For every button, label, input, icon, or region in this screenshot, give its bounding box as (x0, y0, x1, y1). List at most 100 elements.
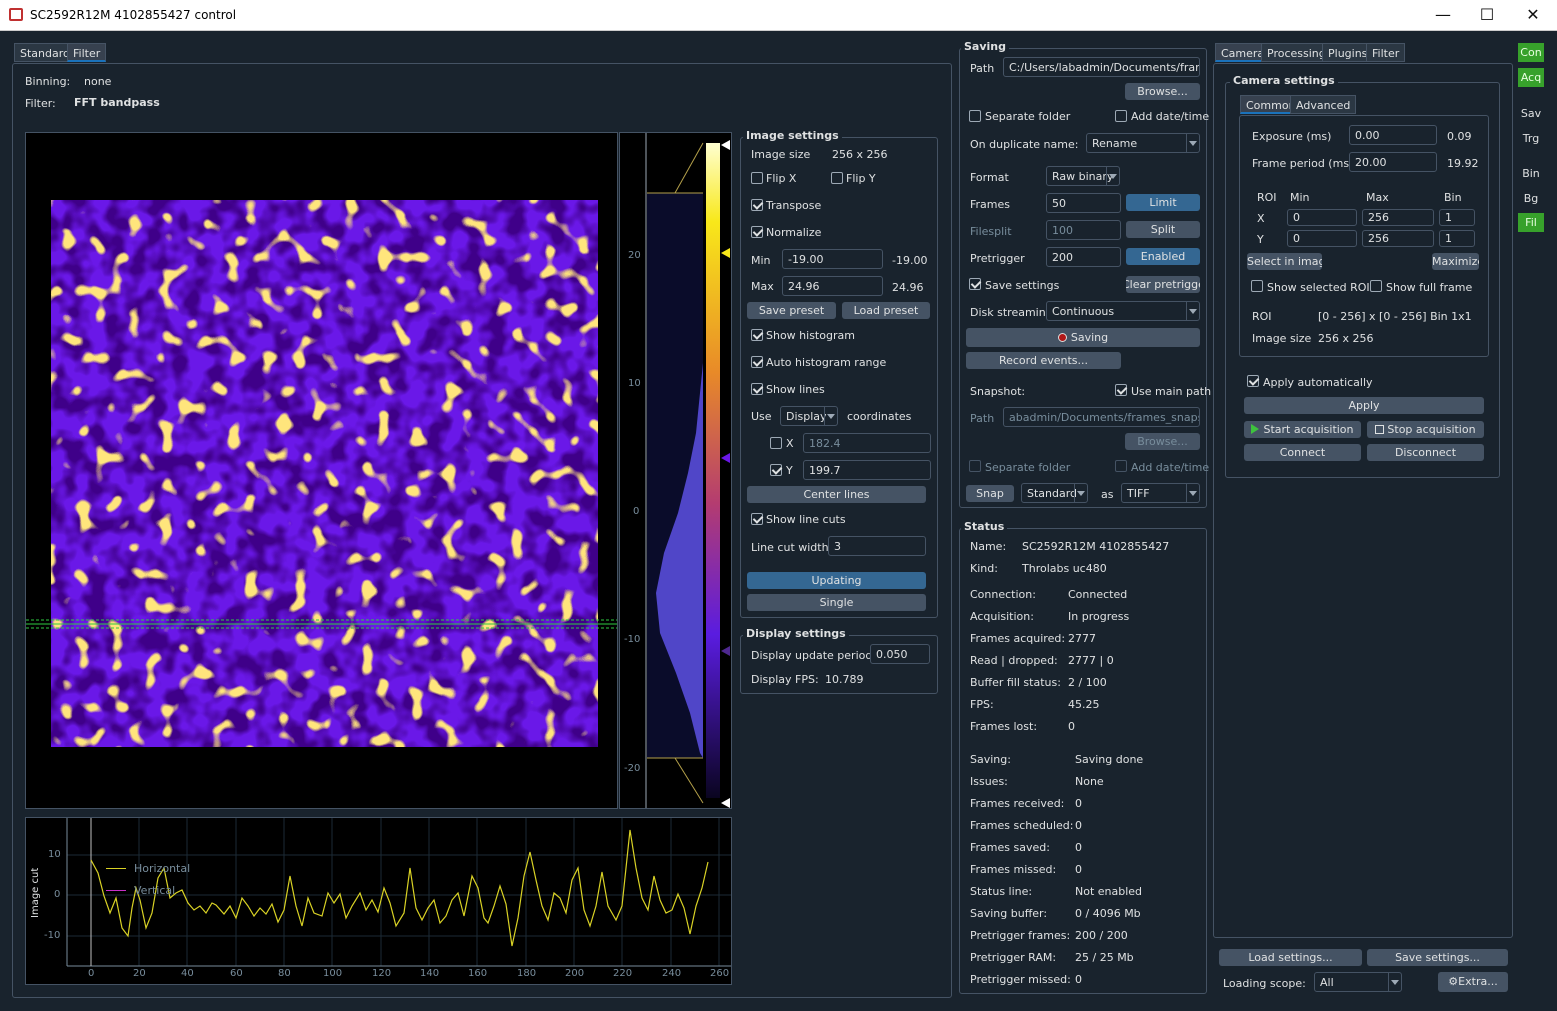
line-cut-width-label: Line cut width (751, 541, 829, 554)
limit-button[interactable]: Limit (1126, 194, 1200, 211)
pretrigger-input[interactable]: 200 (1046, 247, 1121, 267)
saving-button[interactable]: Saving (966, 328, 1200, 347)
tab-filter-right[interactable]: Filter (1366, 43, 1406, 62)
line-x-checkbox[interactable] (770, 437, 782, 449)
apply-automatically-checkbox[interactable] (1247, 375, 1259, 387)
show-line-cuts-checkbox[interactable] (751, 513, 763, 525)
use-main-path-checkbox[interactable] (1115, 384, 1127, 396)
max-input[interactable]: 24.96 (782, 276, 883, 296)
roi-y-bin-input[interactable]: 1 (1439, 230, 1475, 247)
min-input[interactable]: -19.00 (782, 249, 883, 269)
snap-mode-select[interactable]: Standard (1021, 483, 1088, 503)
stop-acquisition-button[interactable]: Stop acquisition (1367, 421, 1484, 438)
auto-histogram-checkbox[interactable] (751, 356, 763, 368)
image-size-label: Image size (751, 148, 811, 161)
line-y-checkbox[interactable] (770, 464, 782, 476)
legend-horizontal-swatch (106, 868, 126, 869)
colorbar-yellow-handle[interactable] (721, 248, 730, 258)
roi-x-min-input[interactable]: 0 (1287, 209, 1357, 226)
transpose-checkbox[interactable] (751, 199, 763, 211)
roi-x-bin-input[interactable]: 1 (1439, 209, 1475, 226)
load-preset-button[interactable]: Load preset (842, 302, 930, 319)
frame-period-input[interactable]: 20.00 (1349, 152, 1437, 172)
add-datetime-checkbox[interactable] (1115, 110, 1127, 122)
status-label: Pretrigger frames: (970, 929, 1071, 942)
colorbar[interactable] (706, 143, 720, 798)
clear-pretrigger-button[interactable]: Clear pretrigger (1126, 276, 1200, 293)
show-lines-checkbox[interactable] (751, 383, 763, 395)
image-view[interactable] (25, 132, 618, 809)
disk-streaming-select[interactable]: Continuous (1046, 301, 1200, 321)
separate-folder-label: Separate folder (985, 110, 1071, 123)
format-select[interactable]: Raw binary (1046, 166, 1120, 186)
pretrigger-enabled-button[interactable]: Enabled (1126, 248, 1200, 265)
line-cut-width-input[interactable]: 3 (828, 536, 926, 556)
line-x-input[interactable]: 182.4 (803, 433, 931, 453)
load-settings-button[interactable]: Load settings... (1219, 949, 1362, 966)
tab-filter[interactable]: Filter (67, 43, 107, 62)
loading-scope-select[interactable]: All (1314, 972, 1402, 992)
save-settings-checkbox[interactable] (969, 278, 981, 290)
record-events-button[interactable]: Record events... (966, 352, 1121, 369)
snap-add-datetime-checkbox[interactable] (1115, 460, 1127, 472)
connect-button[interactable]: Connect (1244, 444, 1361, 461)
linecut-xtick: 60 (230, 968, 243, 979)
extra-button[interactable]: ⚙Extra... (1438, 972, 1508, 992)
linecut-plot[interactable]: Image cut 10 0 -10 0 20 40 60 80 100 120… (25, 817, 732, 985)
maximize-button[interactable]: ☐ (1476, 4, 1498, 26)
colorbar-bottom-handle[interactable] (721, 798, 730, 808)
filesplit-input[interactable]: 100 (1046, 220, 1121, 240)
on-duplicate-select[interactable]: Rename (1086, 133, 1200, 153)
exposure-input[interactable]: 0.00 (1349, 125, 1437, 145)
disk-streaming-label: Disk streaming (970, 306, 1053, 319)
maximize-roi-button[interactable]: Maximize (1432, 253, 1479, 270)
save-settings-button[interactable]: Save settings... (1367, 949, 1508, 966)
roi-head: Bin (1444, 191, 1462, 204)
show-full-frame-checkbox[interactable] (1370, 280, 1382, 292)
colorbar-dark-handle[interactable] (721, 646, 730, 656)
flip-x-checkbox[interactable] (751, 172, 763, 184)
roi-y-min-input[interactable]: 0 (1287, 230, 1357, 247)
save-preset-button[interactable]: Save preset (747, 302, 836, 319)
apply-button[interactable]: Apply (1244, 397, 1484, 414)
linecut-ytick: -10 (44, 930, 61, 941)
colorbar-purple-handle[interactable] (721, 453, 730, 463)
split-button[interactable]: Split (1126, 221, 1200, 238)
status-value: SC2592R12M 4102855427 (1022, 540, 1170, 553)
snap-button[interactable]: Snap (966, 485, 1014, 502)
snap-path-input[interactable]: abadmin/Documents/frames_snapshot (1003, 407, 1200, 427)
image-hot-spots (51, 200, 598, 747)
flip-y-checkbox[interactable] (831, 172, 843, 184)
path-input[interactable]: C:/Users/labadmin/Documents/frames (1003, 57, 1200, 77)
indicator-saving: Sav (1520, 107, 1542, 120)
subtab-advanced[interactable]: Advanced (1290, 95, 1357, 114)
start-acquisition-button[interactable]: Start acquisition (1244, 421, 1361, 438)
show-histogram-checkbox[interactable] (751, 329, 763, 341)
center-lines-button[interactable]: Center lines (747, 486, 926, 503)
roi-x-max-input[interactable]: 256 (1362, 209, 1434, 226)
normalize-checkbox[interactable] (751, 226, 763, 238)
linecut-canvas (66, 818, 731, 967)
close-button[interactable]: ✕ (1522, 4, 1544, 26)
coordinates-select[interactable]: Display (780, 406, 838, 426)
show-selected-roi-checkbox[interactable] (1251, 280, 1263, 292)
single-button[interactable]: Single (747, 594, 926, 611)
line-y-input[interactable]: 199.7 (803, 460, 931, 480)
snap-separate-folder-checkbox[interactable] (969, 460, 981, 472)
disconnect-button[interactable]: Disconnect (1367, 444, 1484, 461)
roi-y-max-input[interactable]: 256 (1362, 230, 1434, 247)
frames-input[interactable]: 50 (1046, 193, 1121, 213)
chevron-down-icon (1391, 980, 1399, 985)
colorbar-top-handle[interactable] (721, 140, 730, 150)
snap-browse-button[interactable]: Browse... (1125, 433, 1200, 450)
browse-button[interactable]: Browse... (1125, 83, 1200, 100)
separate-folder-checkbox[interactable] (969, 110, 981, 122)
select-in-image-button[interactable]: Select in image (1247, 253, 1322, 270)
minimize-button[interactable]: — (1432, 4, 1454, 26)
histogram-panel[interactable]: 20 10 0 -10 -20 (619, 132, 732, 809)
snap-format-select[interactable]: TIFF (1121, 483, 1200, 503)
display-update-period-input[interactable]: 0.050 (870, 644, 930, 664)
updating-button[interactable]: Updating (747, 572, 926, 589)
title-bar: SC2592R12M 4102855427 control — ☐ ✕ (0, 0, 1557, 31)
image-settings-title: Image settings (743, 129, 842, 142)
